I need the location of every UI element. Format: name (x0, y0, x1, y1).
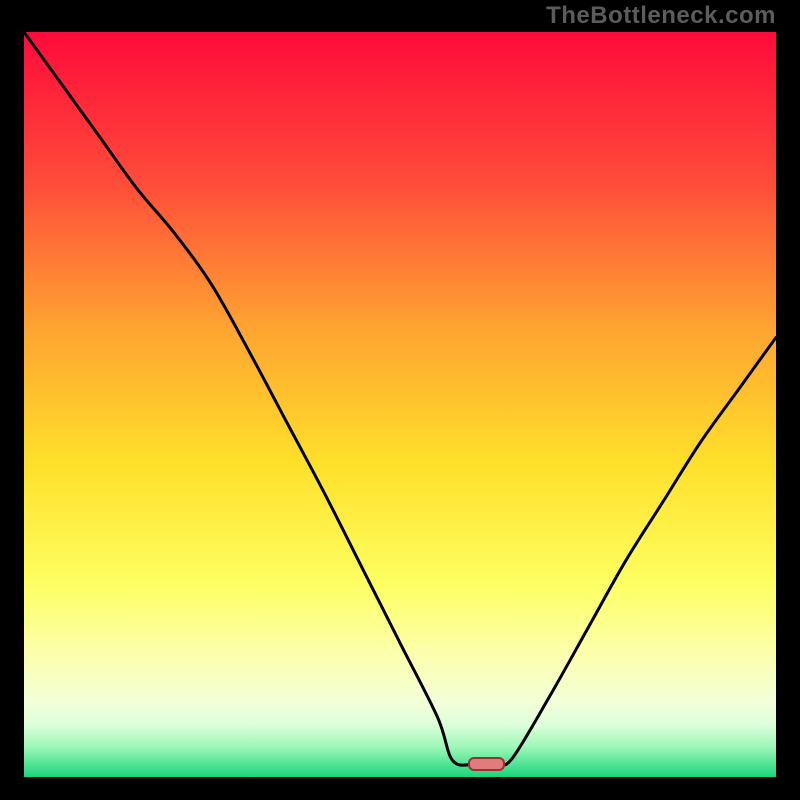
plot-frame (24, 32, 776, 777)
chart-stage: TheBottleneck.com (0, 0, 800, 800)
watermark-text: TheBottleneck.com (546, 2, 776, 30)
plot-svg (24, 32, 776, 777)
gradient-background (24, 32, 776, 777)
optimal-marker (468, 757, 506, 771)
